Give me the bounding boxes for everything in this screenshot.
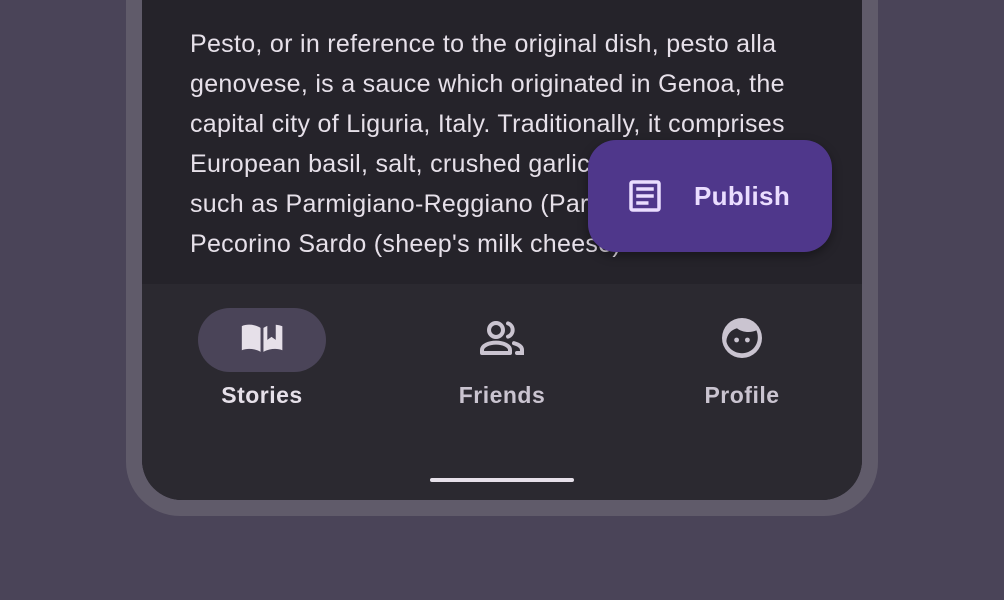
nav-item-stories[interactable]: Stories: [142, 308, 382, 418]
face-icon: [718, 314, 766, 367]
nav-item-profile[interactable]: Profile: [622, 308, 862, 418]
indicator: [678, 308, 806, 372]
nav-label-stories: Stories: [221, 382, 303, 408]
nav-item-friends[interactable]: Friends: [382, 308, 622, 418]
publish-label: Publish: [694, 180, 790, 211]
article-icon: [624, 175, 666, 217]
publish-fab[interactable]: Publish: [588, 140, 832, 252]
bottom-navigation-bar: Stories Friends Profile: [142, 284, 862, 500]
phone-screen: Pesto, or in reference to the original d…: [142, 0, 862, 500]
indicator: [438, 308, 566, 372]
nav-label-profile: Profile: [704, 382, 780, 408]
gesture-navigation-bar[interactable]: [430, 478, 574, 482]
active-indicator: [198, 308, 326, 372]
nav-label-friends: Friends: [458, 382, 546, 408]
people-icon: [478, 314, 526, 367]
book-icon: [240, 316, 284, 365]
